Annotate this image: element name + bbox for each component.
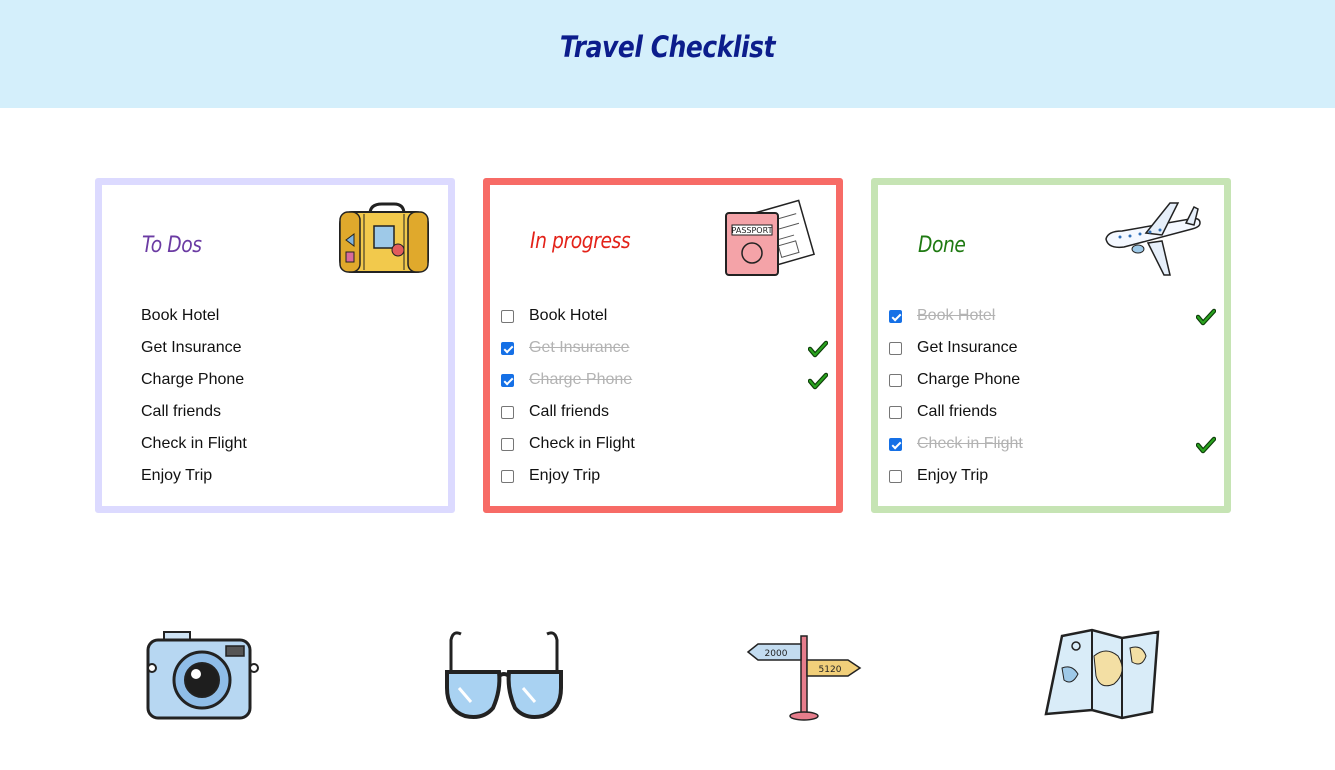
task-checkbox[interactable] <box>889 374 902 387</box>
list-item: Enjoy Trip <box>102 465 448 497</box>
checkmark-icon <box>1196 436 1216 454</box>
task-label: Get Insurance <box>141 339 242 356</box>
list-item: Book Hotel <box>102 305 448 337</box>
todo-panel: To Dos Book Hotel Get Insurance Charge P… <box>95 178 455 513</box>
list-item[interactable]: Charge Phone <box>878 369 1224 401</box>
list-item[interactable]: Enjoy Trip <box>878 465 1224 497</box>
list-item: Charge Phone <box>102 369 448 401</box>
list-item: Call friends <box>102 401 448 433</box>
camera-icon <box>144 628 266 729</box>
list-item[interactable]: Check in Flight <box>490 433 836 465</box>
list-item[interactable]: Book Hotel <box>878 305 1224 337</box>
task-label: Charge Phone <box>529 371 633 388</box>
map-icon <box>1042 628 1164 725</box>
list-item[interactable]: Call friends <box>878 401 1224 433</box>
panel-title: In progress <box>530 229 631 254</box>
task-checkbox[interactable] <box>501 470 514 483</box>
list-item: Check in Flight <box>102 433 448 465</box>
svg-text:PASSPORT: PASSPORT <box>732 226 773 235</box>
list-item[interactable]: Enjoy Trip <box>490 465 836 497</box>
sign-left-text: 2000 <box>765 649 788 659</box>
panel-title: To Dos <box>142 233 202 258</box>
task-label: Enjoy Trip <box>141 467 213 484</box>
task-label: Call friends <box>917 403 998 420</box>
sign-right-text: 5120 <box>819 665 842 675</box>
passport-icon: PASSPORT <box>720 197 816 286</box>
task-checkbox[interactable] <box>889 438 902 451</box>
sunglasses-icon <box>443 628 565 729</box>
task-label: Call friends <box>141 403 222 420</box>
list-item[interactable]: Check in Flight <box>878 433 1224 465</box>
page-title: Travel Checklist <box>559 30 776 64</box>
list-item[interactable]: Book Hotel <box>490 305 836 337</box>
done-panel: Done Book Hotel Get Insurance Charge Pho <box>871 178 1231 513</box>
task-checkbox[interactable] <box>501 406 514 419</box>
task-checkbox[interactable] <box>501 342 514 355</box>
checkmark-icon <box>808 372 828 390</box>
task-checkbox[interactable] <box>889 470 902 483</box>
checkmark-icon <box>1196 308 1216 326</box>
task-checkbox[interactable] <box>889 310 902 323</box>
task-checkbox[interactable] <box>501 310 514 323</box>
task-label: Book Hotel <box>917 307 996 324</box>
task-label: Charge Phone <box>917 371 1021 388</box>
task-list: Book Hotel Get Insurance Charge Phone Ca… <box>102 305 448 497</box>
task-checkbox[interactable] <box>501 438 514 451</box>
list-item: Get Insurance <box>102 337 448 369</box>
task-label: Get Insurance <box>529 339 630 356</box>
task-label: Book Hotel <box>529 307 608 324</box>
task-checkbox[interactable] <box>889 342 902 355</box>
suitcase-icon <box>336 200 432 281</box>
list-item[interactable]: Charge Phone <box>490 369 836 401</box>
task-checkbox[interactable] <box>501 374 514 387</box>
task-list: Book Hotel Get Insurance Charge Phone Ca… <box>490 305 836 497</box>
task-label: Check in Flight <box>917 435 1023 452</box>
list-item[interactable]: Call friends <box>490 401 836 433</box>
task-label: Book Hotel <box>141 307 220 324</box>
task-list: Book Hotel Get Insurance Charge Phone Ca… <box>878 305 1224 497</box>
task-label: Charge Phone <box>141 371 245 388</box>
task-label: Enjoy Trip <box>917 467 989 484</box>
checkmark-icon <box>808 340 828 358</box>
list-item[interactable]: Get Insurance <box>490 337 836 369</box>
list-item[interactable]: Get Insurance <box>878 337 1224 369</box>
task-label: Get Insurance <box>917 339 1018 356</box>
task-checkbox[interactable] <box>889 406 902 419</box>
task-label: Enjoy Trip <box>529 467 601 484</box>
task-label: Call friends <box>529 403 610 420</box>
task-label: Check in Flight <box>529 435 635 452</box>
signpost-icon: 2000 5120 <box>746 632 864 727</box>
task-label: Check in Flight <box>141 435 247 452</box>
airplane-icon <box>1100 197 1204 286</box>
panel-title: Done <box>918 233 966 258</box>
in-progress-panel: In progress PASSPORT Book Hotel Get Insu… <box>483 178 843 513</box>
